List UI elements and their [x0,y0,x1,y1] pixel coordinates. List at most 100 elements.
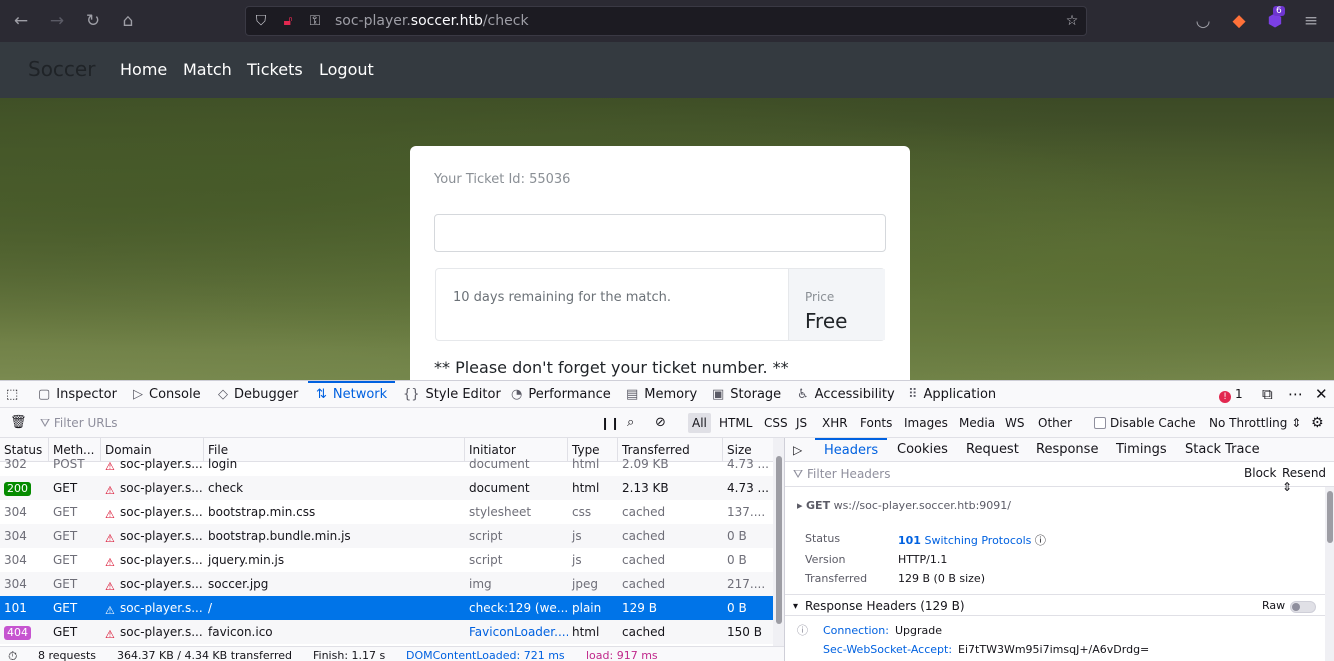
filter-ws[interactable]: WS [1001,413,1028,433]
cell-domain: ⚠ soc-player.s... [105,481,203,497]
tab-storage[interactable]: ▣ Storage [712,381,781,408]
search-icon[interactable]: ⌕ [623,413,638,433]
header-sec-websocket-accept[interactable]: Sec-WebSocket-Accept: Ei7tTW3Wm95i7imsqJ+… [823,643,1149,656]
tab-stack-trace[interactable]: Stack Trace [1185,438,1260,462]
tab-style-editor[interactable]: {} Style Editor [403,381,501,408]
tab-cookies[interactable]: Cookies [897,438,948,462]
pocket-icon[interactable]: ◡ [1190,8,1216,34]
cell-method: GET [53,625,78,639]
cell-initiator: img [469,577,492,591]
table-row[interactable]: 101 GET ⚠ soc-player.s... / check:129 (we... p… [0,596,773,620]
block-icon[interactable]: ⊘ [651,413,670,433]
reload-icon[interactable]: ↻ [80,8,106,34]
tab-request[interactable]: Request [966,438,1019,462]
extension-badge: 6 [1273,6,1285,16]
tab-response[interactable]: Response [1036,438,1098,462]
clear-requests-icon[interactable]: 🗑︎ [6,413,31,433]
status-badge: 304 [4,529,27,543]
collapse-icon[interactable]: ▾ [793,601,798,612]
header-connection[interactable]: Connection: Upgrade [823,624,942,637]
more-options-icon[interactable]: ⋯ [1288,381,1303,408]
extension-fox-icon[interactable]: ◆ [1226,8,1252,34]
cell-status: 304 [0,548,49,572]
table-row[interactable]: 200 GET ⚠ soc-player.s... check document html 2… [0,476,773,500]
cell-transferred: cached [622,505,666,519]
tab-headers[interactable]: Headers [815,438,888,462]
table-row[interactable]: 304 GET ⚠ soc-player.s... bootstrap.bundle.m… [0,524,773,548]
request-summary[interactable]: ▸ GET ws://soc-player.soccer.htb:9091/ [797,499,1011,512]
throttling-select[interactable]: No Throttling ⇕ [1205,413,1305,433]
url-bar[interactable]: ⛉ 🔓︎ ⚿ soc-player.soccer.htb/check ☆ [245,6,1087,36]
response-headers-section[interactable]: ▾ Response Headers (129 B) Raw [785,594,1325,616]
tab-accessibility[interactable]: ♿ Accessibility [797,381,895,408]
scrollbar-thumb[interactable] [776,456,782,624]
nav-logout[interactable]: Logout [319,60,374,79]
block-button[interactable]: Block [1244,466,1276,480]
forward-icon[interactable]: → [44,8,70,34]
request-table-scrollbar[interactable] [773,438,784,646]
cell-transferred: cached [622,553,666,567]
help-icon[interactable]: ⓘ [1035,534,1046,547]
dock-side-icon[interactable]: ⧉ [1262,381,1273,408]
filter-html[interactable]: HTML [715,413,756,433]
ticket-input[interactable] [434,214,886,252]
filter-fonts[interactable]: Fonts [856,413,896,433]
filter-js[interactable]: JS [792,413,811,433]
cell-size: 150 B [727,625,762,639]
tab-application[interactable]: ⠿ Application [908,381,996,408]
shield-icon[interactable]: ⛉ [252,12,270,30]
menu-icon[interactable]: ≡ [1298,8,1324,34]
back-icon[interactable]: ← [8,8,34,34]
cell-domain: ⚠ soc-player.s... [105,553,203,569]
error-icon: ! [1219,391,1231,403]
bookmark-star-icon[interactable]: ☆ [1063,12,1081,30]
filter-all[interactable]: All [688,413,711,433]
cell-initiator: FaviconLoader.... [469,625,568,639]
filter-images[interactable]: Images [900,413,952,433]
tab-inspector[interactable]: ▢ Inspector [38,381,117,408]
nav-tickets[interactable]: Tickets [247,60,303,79]
insecure-lock-icon[interactable]: 🔓︎ [279,12,297,30]
raw-toggle[interactable] [1290,601,1316,613]
table-row[interactable]: 304 GET ⚠ soc-player.s... soccer.jpg img jpeg c… [0,572,773,596]
tab-network[interactable]: ⇅ Network [308,381,396,408]
cell-method: GET [53,553,78,567]
filter-urls-input[interactable]: ⛛ Filter URLs [40,416,118,431]
table-row[interactable]: 404 GET ⚠ soc-player.s... favicon.ico Favicon… [0,620,773,644]
error-count-badge[interactable]: ! 1 [1219,387,1243,403]
filter-other[interactable]: Other [1034,413,1076,433]
details-scrollbar-thumb[interactable] [1327,491,1333,543]
filter-css[interactable]: CSS [760,413,792,433]
filter-headers-input[interactable]: ⛛ Filter Headers Block Resend ⇕ [785,462,1334,494]
close-devtools-icon[interactable]: ✕ [1315,381,1328,408]
home-icon[interactable]: ⌂ [115,8,141,34]
cell-file: favicon.ico [208,625,273,639]
header-info-icon[interactable]: ⓘ [797,622,808,638]
performance-icon: ◔ [511,387,523,402]
details-scrollbar[interactable] [1325,487,1334,661]
tab-memory[interactable]: ▤ Memory [626,381,697,408]
stopwatch-icon[interactable]: ⏱ [8,647,17,661]
disable-cache-checkbox[interactable]: Disable Cache [1090,413,1200,433]
filter-media[interactable]: Media [955,413,999,433]
url-text[interactable]: soc-player.soccer.htb/check [335,13,529,29]
request-details-panel: ▷ Headers Cookies Request Response Timin… [784,438,1334,661]
tab-performance[interactable]: ◔ Performance [511,381,611,408]
pause-icon[interactable]: ❙❙ [596,413,624,433]
network-settings-gear-icon[interactable]: ⚙ [1307,413,1328,433]
tab-debugger[interactable]: ◇ Debugger [218,381,298,408]
table-row[interactable]: 302 POST ⚠ soc-player.s... login document html… [0,452,773,476]
cell-initiator: stylesheet [469,505,532,519]
tab-console[interactable]: ▷ Console [133,381,201,408]
table-row[interactable]: 304 GET ⚠ soc-player.s... jquery.min.js scrip… [0,548,773,572]
element-picker-icon[interactable]: ⬚ [6,381,18,408]
cell-type: html [572,481,600,495]
site-brand[interactable]: Soccer [28,57,95,81]
tab-timings[interactable]: Timings [1116,438,1167,462]
nav-match[interactable]: Match [183,60,232,79]
filter-xhr[interactable]: XHR [818,413,852,433]
nav-home[interactable]: Home [120,60,167,79]
table-row[interactable]: 304 GET ⚠ soc-player.s... bootstrap.min.css s… [0,500,773,524]
toggle-sidebar-icon[interactable]: ▷ [793,438,802,462]
key-icon[interactable]: ⚿ [306,12,324,30]
